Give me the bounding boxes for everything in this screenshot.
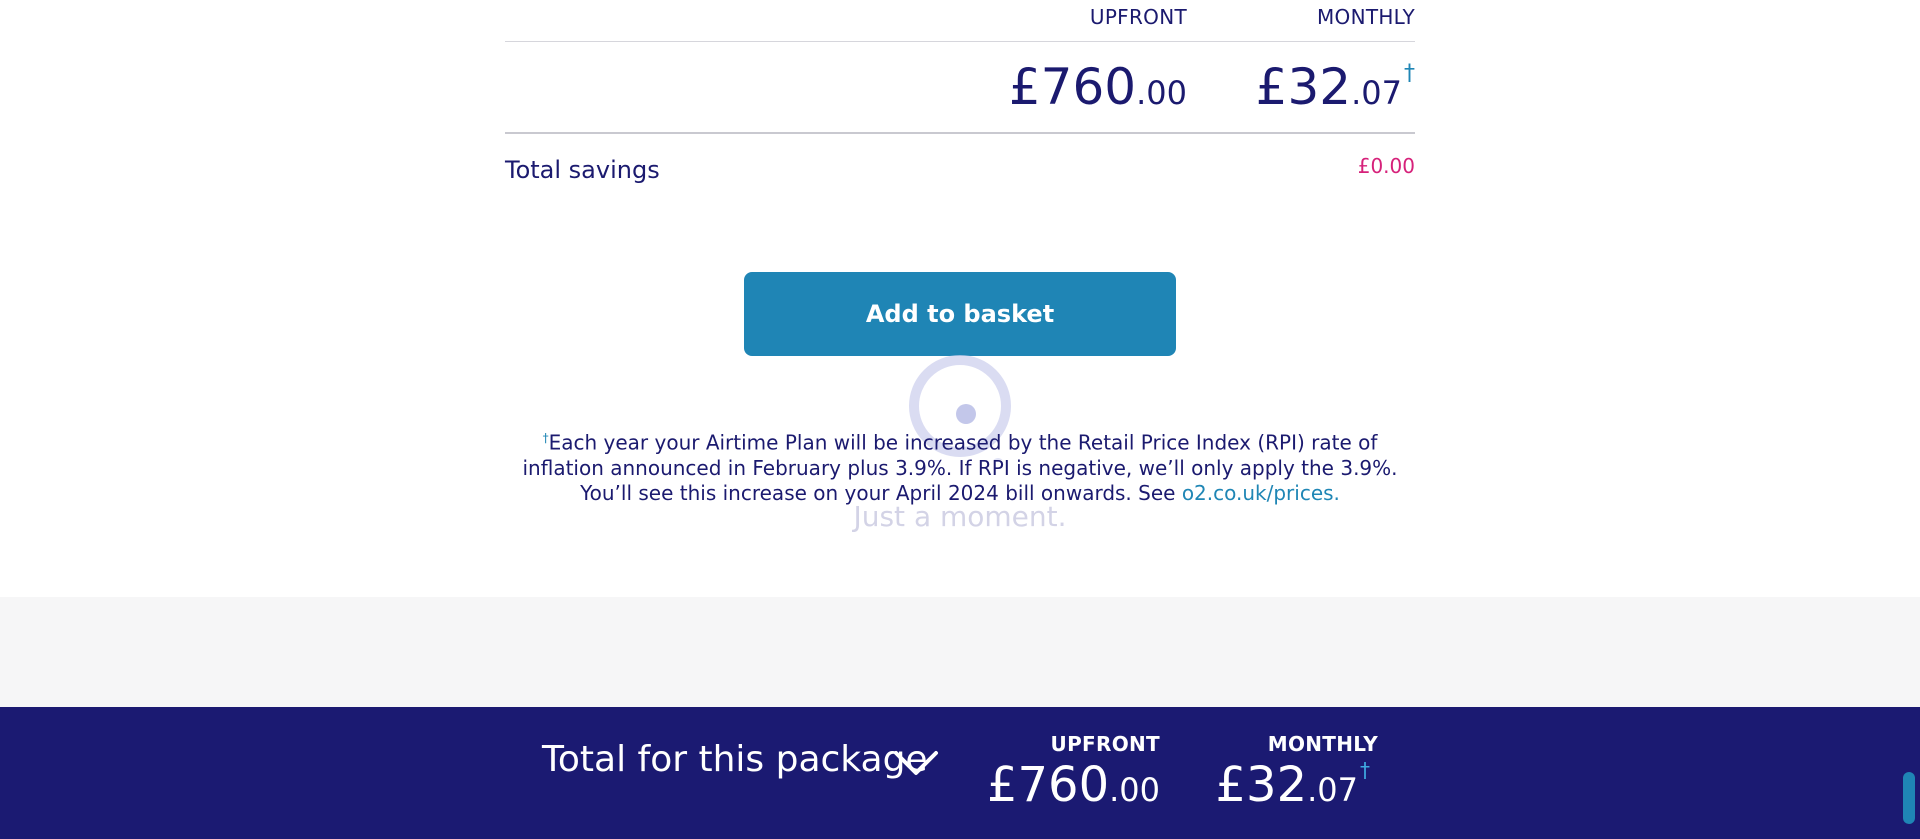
footer-upfront-price: £760.00: [987, 757, 1160, 813]
upfront-price-pence: .00: [1136, 74, 1187, 112]
savings-row: Total savings £0.00: [505, 134, 1415, 194]
monthly-label: MONTHLY: [1316, 5, 1415, 29]
footer-monthly-dagger: †: [1360, 758, 1370, 782]
grey-band: [0, 597, 1920, 707]
price-header-row: UPFRONT MONTHLY: [505, 0, 1415, 42]
footer-monthly-label: MONTHLY: [1267, 732, 1378, 756]
upfront-price: £760.00: [1009, 58, 1187, 116]
monthly-price-main: £32: [1255, 58, 1352, 116]
footer-upfront-price-main: £760: [986, 757, 1110, 813]
footer-upfront-label: UPFRONT: [1050, 732, 1160, 756]
savings-label: Total savings: [505, 156, 660, 184]
price-summary: UPFRONT MONTHLY £760.00 £32.07† Total sa…: [505, 0, 1415, 194]
package-total-bar: Total for this package UPFRONT MONTHLY £…: [0, 707, 1920, 839]
price-values-row: £760.00 £32.07†: [505, 42, 1415, 134]
monthly-price: £32.07†: [1256, 58, 1415, 116]
monthly-price-dagger: †: [1404, 61, 1415, 86]
footer-monthly-price-pence: .07: [1307, 771, 1358, 809]
footer-upfront-price-pence: .00: [1109, 771, 1160, 809]
monthly-price-pence: .07: [1351, 74, 1402, 112]
prices-link[interactable]: o2.co.uk/prices.: [1182, 481, 1340, 505]
add-to-basket-button[interactable]: Add to basket: [744, 272, 1176, 356]
footer-monthly-price: £32.07†: [1215, 757, 1370, 813]
upfront-price-main: £760: [1008, 58, 1137, 116]
scrollbar-thumb[interactable]: [1903, 772, 1915, 824]
footer-monthly-price-main: £32: [1215, 757, 1308, 813]
upfront-label: UPFRONT: [1089, 5, 1187, 29]
savings-value: £0.00: [1357, 154, 1415, 178]
chevron-down-icon[interactable]: [892, 747, 940, 779]
price-rise-disclaimer: †Each year your Airtime Plan will be inc…: [505, 426, 1415, 506]
package-total-title[interactable]: Total for this package: [542, 739, 928, 780]
